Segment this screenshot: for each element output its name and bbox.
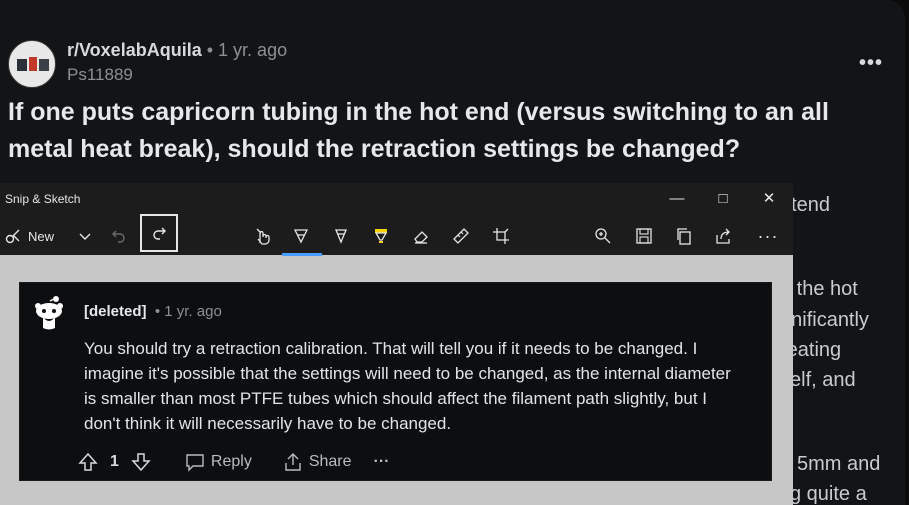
redo-icon[interactable] xyxy=(140,214,178,252)
new-label: New xyxy=(28,228,55,244)
snoo-avatar-icon xyxy=(35,296,63,330)
background-text: 5mm and xyxy=(797,453,881,475)
copy-icon[interactable] xyxy=(673,219,695,253)
comment-age: 1 yr. ago xyxy=(164,303,222,320)
subreddit-link[interactable]: r/VoxelabAquila xyxy=(67,40,202,60)
snip-sketch-window: Snip & Sketch — □ ✕ New ··· [deleted] • … xyxy=(0,183,793,505)
maximize-icon[interactable]: □ xyxy=(701,187,745,211)
toolbar: New ··· xyxy=(0,214,793,255)
meta-separator: • xyxy=(154,303,161,320)
window-title: Snip & Sketch xyxy=(5,192,81,206)
close-icon[interactable]: ✕ xyxy=(747,187,791,211)
share-icon[interactable] xyxy=(713,219,735,253)
vote-count: 1 xyxy=(110,453,119,470)
reply-label: Reply xyxy=(210,453,252,470)
minimize-icon[interactable]: — xyxy=(655,187,699,211)
post-author[interactable]: Ps11889 xyxy=(67,65,133,85)
save-icon[interactable] xyxy=(633,219,655,253)
comment-author: [deleted] xyxy=(84,303,147,320)
more-label: ··· xyxy=(373,453,390,470)
comment-actions: 1 Reply Share ··· xyxy=(78,449,390,475)
background-text: gnificantly xyxy=(780,309,869,331)
downvote-icon[interactable] xyxy=(131,452,151,472)
comment: [deleted] • 1 yr. ago You should try a r… xyxy=(19,282,772,481)
eraser-icon[interactable] xyxy=(410,219,432,253)
more-dots-icon[interactable]: ••• xyxy=(859,52,883,75)
reply-button[interactable]: Reply xyxy=(185,452,252,472)
comment-bubble-icon xyxy=(186,454,204,472)
background-text: g quite a xyxy=(790,483,867,505)
comment-more-button[interactable]: ··· xyxy=(374,453,390,471)
ballpoint-pen-icon[interactable] xyxy=(290,219,312,253)
subreddit-avatar[interactable] xyxy=(8,40,56,88)
new-snip-button[interactable]: New xyxy=(4,219,100,253)
post-title: If one puts capricorn tubing in the hot … xyxy=(8,98,829,163)
share-button[interactable]: Share xyxy=(283,452,352,472)
share-label: Share xyxy=(308,453,352,470)
new-snip-icon xyxy=(5,229,20,244)
upvote-icon[interactable] xyxy=(78,452,98,472)
more-icon[interactable]: ··· xyxy=(755,219,781,253)
touch-writing-icon[interactable] xyxy=(250,219,276,253)
post-meta: r/VoxelabAquila • 1 yr. ago xyxy=(67,40,287,61)
pencil-icon[interactable] xyxy=(330,219,352,253)
active-tool-indicator xyxy=(282,253,322,256)
post-age: 1 yr. ago xyxy=(218,40,288,60)
chevron-down-icon[interactable] xyxy=(78,229,92,243)
vote-group: 1 xyxy=(78,452,151,472)
ruler-icon[interactable] xyxy=(450,219,472,253)
zoom-icon[interactable] xyxy=(592,219,614,253)
window-titlebar: Snip & Sketch — □ ✕ xyxy=(0,183,793,215)
comment-meta: [deleted] • 1 yr. ago xyxy=(84,303,222,320)
meta-separator: • xyxy=(206,40,214,60)
share-arrow-icon xyxy=(285,453,301,471)
undo-icon[interactable] xyxy=(104,219,134,253)
highlighter-icon[interactable] xyxy=(370,219,392,253)
crop-icon[interactable] xyxy=(490,219,512,253)
comment-body: You should try a retraction calibration.… xyxy=(84,339,731,433)
